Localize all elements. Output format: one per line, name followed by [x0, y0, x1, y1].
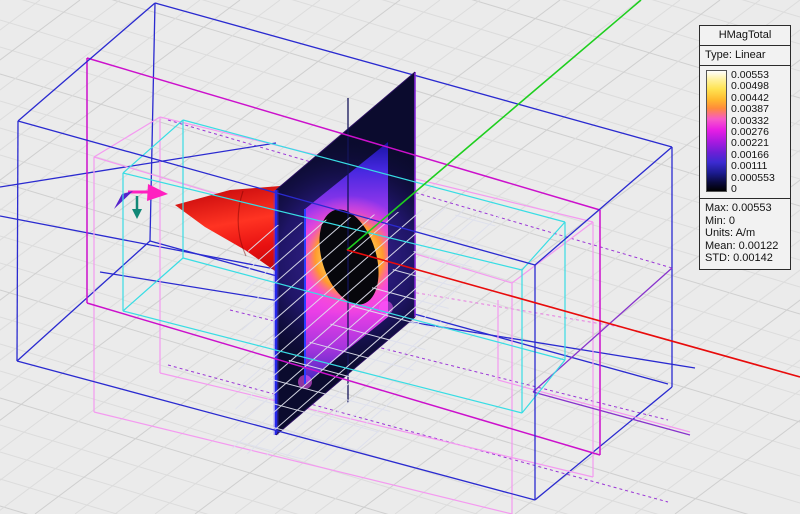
cs-z-arrow-icon	[132, 209, 142, 219]
cs-x-arrow-icon	[147, 184, 168, 201]
scale-value: 0.000553	[731, 171, 775, 184]
scale-value: 0.00498	[731, 80, 769, 93]
scale-value: 0	[731, 182, 737, 195]
legend-stats: Max: 0.00553 Min: 0 Units: A/m Mean: 0.0012…	[700, 199, 790, 269]
legend-scale-values: 0.00553 0.00498 0.00442 0.00387 0.00332 0.002…	[731, 70, 775, 194]
scale-value: 0.00111	[731, 160, 768, 173]
hfss-3d-viewport-window: { "viewport": {"background": "#ebebeb"},…	[0, 0, 800, 514]
legend-title: HMagTotal	[700, 26, 790, 46]
legend-scale: 0.00553 0.00498 0.00442 0.00387 0.00332 0.002…	[700, 66, 790, 199]
stat-line: Mean: 0.00122	[705, 239, 779, 252]
stat-line: Max: 0.00553	[705, 202, 772, 214]
stat-line: Min: 0	[705, 214, 735, 227]
scale-value: 0.00166	[731, 148, 769, 161]
scale-value: 0.00387	[731, 103, 769, 116]
scale-value: 0.00442	[731, 91, 769, 104]
scale-value: 0.00332	[731, 114, 769, 127]
scale-value: 0.00276	[731, 125, 769, 138]
stat-line: STD: 0.00142	[705, 252, 773, 265]
legend-type-label: Type: Linear	[700, 46, 790, 66]
stat-line: Units: A/m	[705, 227, 756, 240]
field-legend: HMagTotal Type: Linear 0.00553 0.00498 0.0…	[699, 25, 791, 270]
scale-value: 0.00553	[731, 69, 769, 81]
viewport-3d[interactable]	[0, 0, 800, 514]
scale-value: 0.00221	[731, 137, 769, 150]
legend-colorbar	[706, 70, 727, 192]
